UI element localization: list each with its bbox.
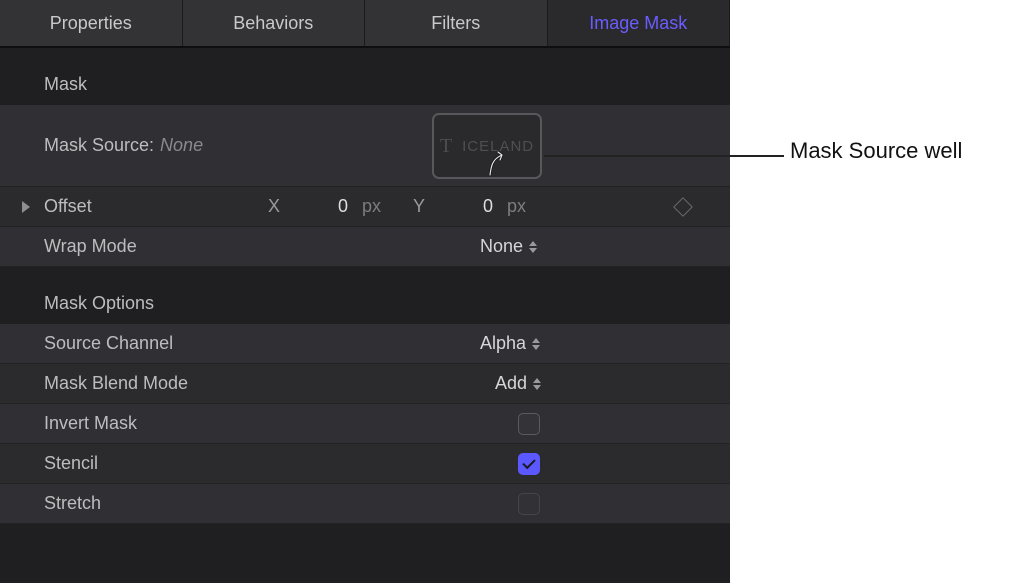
row-source-channel: Source Channel Alpha [0, 324, 730, 364]
mask-blend-mode-popup[interactable]: Add [495, 373, 541, 394]
row-stretch: Stretch [0, 484, 730, 524]
text-layer-icon: T [440, 135, 452, 158]
row-wrap-mode: Wrap Mode None [0, 227, 730, 267]
offset-label: Offset [44, 196, 244, 217]
inspector-panel: Properties Behaviors Filters Image Mask … [0, 0, 730, 583]
section-header-mask-options: Mask Options [0, 281, 730, 324]
row-mask-source: Mask Source: None T ICELAND [0, 105, 730, 187]
row-invert-mask: Invert Mask [0, 404, 730, 444]
wrap-mode-popup[interactable]: None [480, 236, 537, 257]
popup-arrows-icon [532, 338, 540, 350]
invert-mask-label: Invert Mask [44, 413, 244, 434]
tab-bar: Properties Behaviors Filters Image Mask [0, 0, 730, 48]
mask-source-value: None [160, 135, 203, 156]
mask-source-well[interactable]: T ICELAND [432, 113, 542, 179]
tab-behaviors[interactable]: Behaviors [183, 0, 366, 46]
offset-disclosure-icon[interactable] [22, 201, 30, 213]
mask-blend-mode-label: Mask Blend Mode [44, 373, 244, 394]
offset-x-label: X [268, 196, 280, 217]
popup-arrows-icon [529, 241, 537, 253]
tab-properties[interactable]: Properties [0, 0, 183, 46]
wrap-mode-label: Wrap Mode [44, 236, 244, 257]
mask-blend-mode-value: Add [495, 373, 527, 394]
invert-mask-checkbox[interactable] [518, 413, 540, 435]
stretch-label: Stretch [44, 493, 244, 514]
offset-x-value[interactable]: 0 [288, 196, 348, 217]
checkmark-icon [522, 455, 535, 468]
stencil-checkbox[interactable] [518, 453, 540, 475]
source-channel-value: Alpha [480, 333, 526, 354]
row-stencil: Stencil [0, 444, 730, 484]
row-offset: Offset X 0 px Y 0 px [0, 187, 730, 227]
mask-source-label: Mask Source: [44, 135, 154, 156]
row-mask-blend-mode: Mask Blend Mode Add [0, 364, 730, 404]
popup-arrows-icon [533, 378, 541, 390]
offset-x-unit: px [362, 196, 381, 217]
source-channel-popup[interactable]: Alpha [480, 333, 540, 354]
keyframe-diamond-icon[interactable] [673, 197, 693, 217]
stretch-checkbox [518, 493, 540, 515]
source-channel-label: Source Channel [44, 333, 244, 354]
mask-source-well-text: ICELAND [462, 138, 534, 155]
wrap-mode-value: None [480, 236, 523, 257]
tab-image-mask[interactable]: Image Mask [548, 0, 731, 46]
stencil-label: Stencil [44, 453, 244, 474]
offset-y-unit: px [507, 196, 526, 217]
callout-line [544, 155, 784, 157]
tab-filters[interactable]: Filters [365, 0, 548, 46]
section-header-mask: Mask [0, 62, 730, 105]
offset-y-value[interactable]: 0 [433, 196, 493, 217]
callout-mask-source-well: Mask Source well [790, 138, 962, 164]
offset-y-label: Y [413, 196, 425, 217]
